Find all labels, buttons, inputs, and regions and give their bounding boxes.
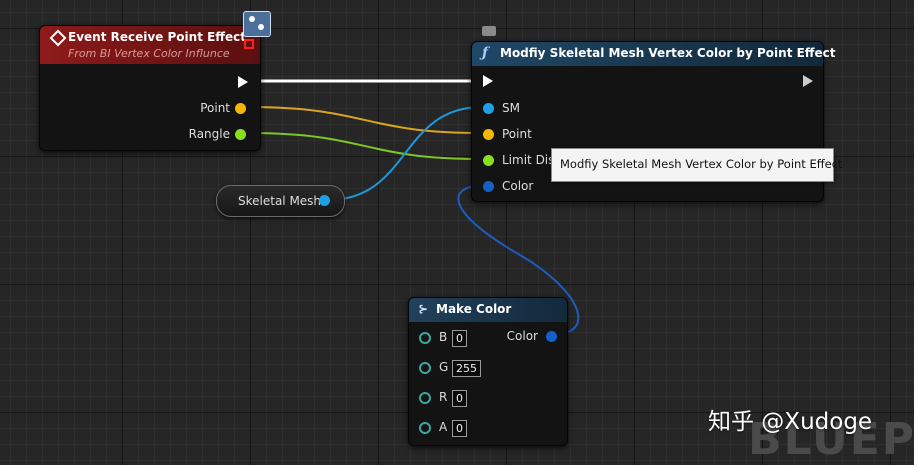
- event-diamond-icon: [49, 29, 67, 47]
- event-pin-rangle-label: Rangle: [188, 127, 230, 141]
- make-color-input-g-label: G: [439, 360, 449, 374]
- make-color-input-b-value[interactable]: 0: [452, 330, 467, 347]
- float-pin-icon[interactable]: [483, 155, 494, 166]
- make-color-node[interactable]: ⊱ Make Color Color B 0 G 255 R 0 A 0: [408, 297, 568, 446]
- object-pin-icon[interactable]: [319, 195, 330, 206]
- vector-pin-icon[interactable]: [235, 103, 246, 114]
- point-wire: [245, 106, 483, 134]
- function-pin-color-label: Color: [502, 179, 534, 193]
- tooltip-text: Modfiy Skeletal Mesh Vertex Color by Poi…: [560, 157, 843, 171]
- comment-bubble-icon[interactable]: [482, 26, 496, 36]
- event-pin-point-label: Point: [200, 101, 230, 115]
- skeletal-mesh-variable-label: Skeletal Mesh: [238, 194, 322, 208]
- function-pin-sm[interactable]: SM: [483, 101, 520, 117]
- function-pin-limit-dis[interactable]: Limit Dis: [483, 153, 554, 169]
- make-color-input-g[interactable]: G 255: [419, 360, 539, 377]
- delegate-pin[interactable]: [244, 39, 254, 49]
- byte-pin-icon[interactable]: [419, 422, 431, 434]
- byte-pin-icon[interactable]: [419, 392, 431, 404]
- function-exec-out-pin[interactable]: [803, 75, 813, 87]
- make-color-input-r[interactable]: R 0: [419, 390, 539, 407]
- make-color-input-a-label: A: [439, 420, 448, 434]
- function-title: Modfiy Skeletal Mesh Vertex Color by Poi…: [500, 46, 836, 60]
- network-replicated-icon: [243, 11, 271, 37]
- make-color-input-a-value[interactable]: 0: [452, 420, 467, 437]
- byte-pin-icon[interactable]: [419, 362, 431, 374]
- make-color-input-r-label: R: [439, 390, 448, 404]
- make-color-title: Make Color: [436, 302, 512, 316]
- make-color-input-a[interactable]: A 0: [419, 420, 539, 437]
- make-color-input-r-value[interactable]: 0: [452, 390, 467, 407]
- float-pin-icon[interactable]: [235, 129, 246, 140]
- vector-pin-icon[interactable]: [483, 129, 494, 140]
- tooltip: Modfiy Skeletal Mesh Vertex Color by Poi…: [551, 148, 843, 182]
- function-pin-point[interactable]: Point: [483, 127, 532, 143]
- event-subtitle: From BI Vertex Color Influnce: [68, 47, 230, 60]
- make-color-header[interactable]: ⊱ Make Color: [409, 298, 567, 322]
- struct-pin-icon[interactable]: [546, 331, 557, 342]
- event-node[interactable]: Event Receive Point Effect From BI Verte…: [39, 25, 261, 151]
- make-color-input-b-label: B: [439, 330, 448, 344]
- skeletal-mesh-variable-node[interactable]: Skeletal Mesh: [216, 185, 345, 217]
- function-pin-point-label: Point: [502, 127, 532, 141]
- object-pin-icon[interactable]: [483, 103, 494, 114]
- function-pin-sm-label: SM: [502, 101, 520, 115]
- function-exec-in-pin[interactable]: [483, 75, 493, 87]
- byte-pin-icon[interactable]: [419, 332, 431, 344]
- function-pin-limit-dis-label: Limit Dis: [502, 153, 555, 167]
- event-node-header[interactable]: Event Receive Point Effect From BI Verte…: [40, 26, 260, 64]
- make-color-input-g-value[interactable]: 255: [452, 360, 481, 377]
- function-icon: ƒ: [482, 45, 489, 61]
- range-wire: [245, 132, 483, 160]
- event-exec-out-pin[interactable]: [238, 76, 248, 88]
- event-pin-point[interactable]: Point: [200, 101, 246, 117]
- function-node-header[interactable]: ƒ Modfiy Skeletal Mesh Vertex Color by P…: [472, 42, 836, 66]
- skeletal-mesh-wire: [327, 106, 483, 201]
- struct-pin-icon[interactable]: [483, 181, 494, 192]
- author-watermark: 知乎 @Xudoge: [708, 409, 873, 435]
- make-color-input-b[interactable]: B 0: [419, 330, 539, 347]
- event-pin-rangle[interactable]: Rangle: [189, 127, 246, 143]
- function-pin-color[interactable]: Color: [483, 179, 533, 195]
- make-struct-icon: ⊱: [418, 302, 429, 316]
- event-title: Event Receive Point Effect: [68, 30, 247, 44]
